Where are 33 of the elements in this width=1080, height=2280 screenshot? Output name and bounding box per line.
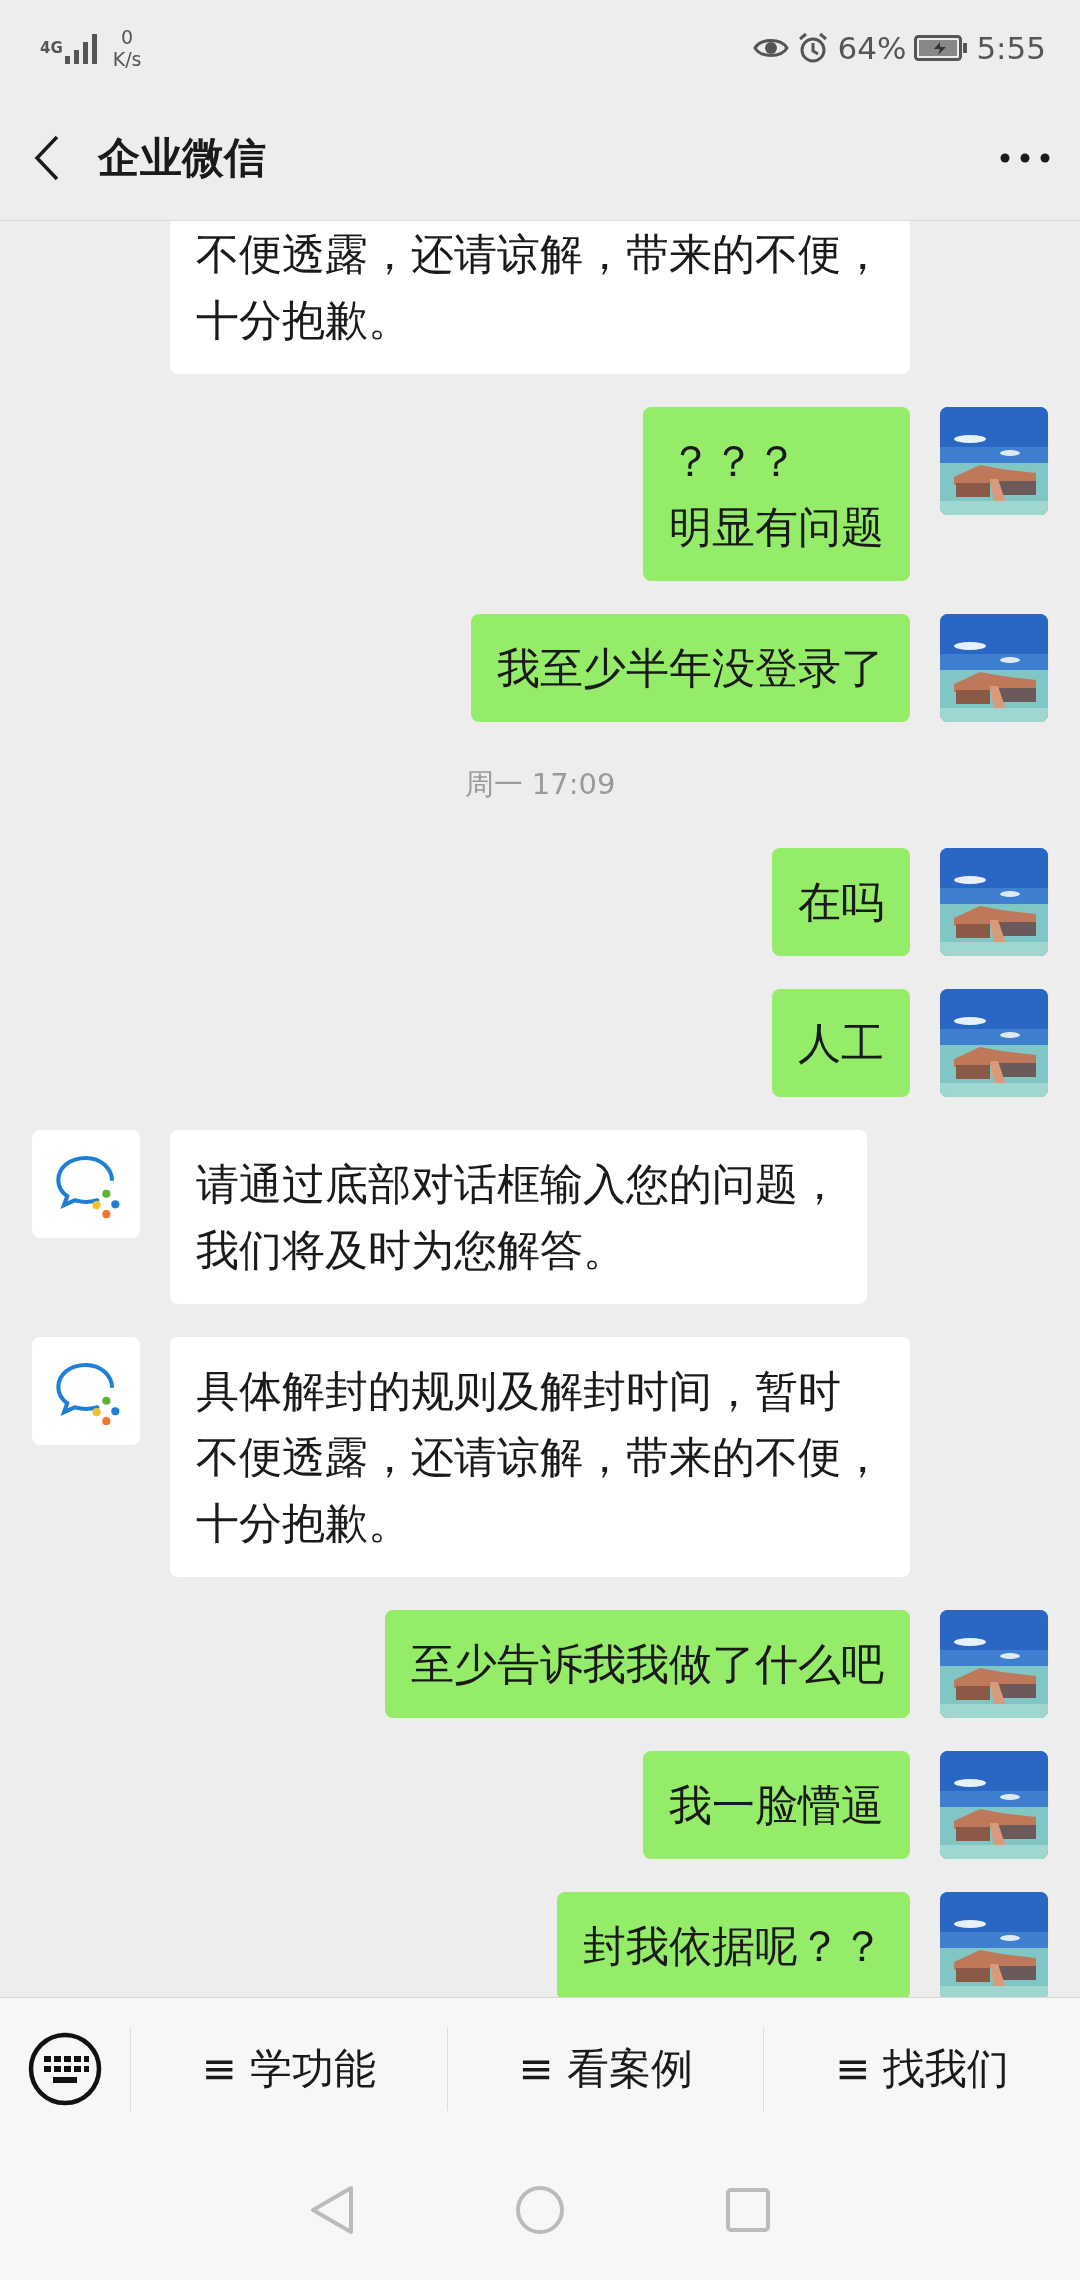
message-text: 我们将及时为您解答。 [196,1224,626,1277]
back-icon[interactable] [34,134,60,181]
menu-button[interactable]: ≡ 找我们 [763,2027,1080,2111]
keyboard-icon[interactable] [28,2032,102,2106]
message-text: 十分抱歉。 [196,1497,411,1550]
message-text: 请通过底部对话框输入您的问题， [196,1158,841,1211]
signal-icon [64,31,99,64]
message-text: 我一脸懵逼 [669,1779,884,1832]
app-logo-icon [32,1337,140,1445]
clock-time: 5:55 [976,29,1046,66]
menu-button[interactable]: ≡ 学功能 [130,2027,447,2111]
timestamp: 周一 17:09 [464,766,616,803]
battery-percent: 64% [837,29,907,66]
message-text: 不便透露，还请谅解，带来的不便， [196,1431,884,1484]
battery-icon [914,34,969,61]
network-type: 4G [40,38,63,57]
message-text: 不便透露，还请谅解，带来的不便， [196,228,884,281]
app-logo-icon [32,1130,140,1238]
message-text: 至少告诉我我做了什么吧 [411,1638,884,1691]
menu-button[interactable]: ≡ 看案例 [446,2027,764,2111]
message-text: 人工 [798,1017,884,1070]
chat-title: 企业微信 [98,131,267,184]
message-text: 具体解封的规则及解封时间，暂时 [196,1365,841,1418]
message-text: 我至少半年没登录了 [497,642,884,695]
message-text: 十分抱歉。 [196,294,411,347]
network-speed: 0 [121,25,134,48]
speed-unit: K/s [112,47,142,70]
message-text: ？？？ [669,435,798,488]
message-text: 封我依据呢？？ [583,1920,884,1973]
message-text: 在吗 [798,876,884,929]
message-text: 明显有问题 [669,501,884,554]
alarm-icon [797,31,830,64]
more-icon[interactable] [1000,152,1050,163]
